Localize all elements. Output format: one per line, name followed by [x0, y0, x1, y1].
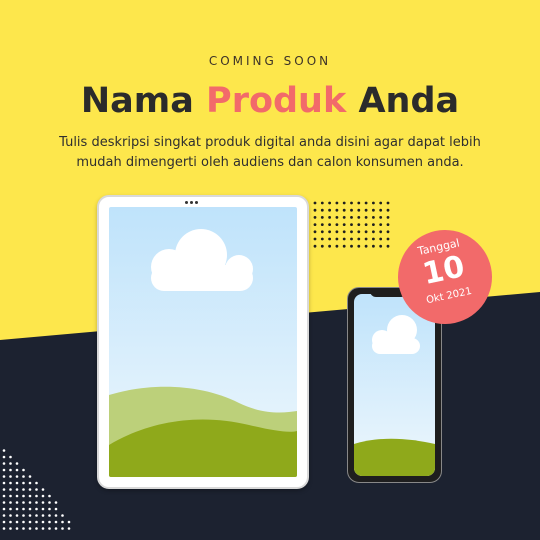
tablet-camera-dot [190, 201, 193, 204]
coming-soon-label: COMING SOON [208, 54, 332, 68]
tablet-mockup [97, 195, 309, 489]
tablet-camera-dot [195, 201, 198, 204]
tablet-screen [109, 207, 297, 477]
dot-grid-top-icon [313, 201, 390, 248]
phone-screen [354, 294, 435, 476]
promo-poster: COMING SOON Nama Produk Anda Tulis deskr… [0, 0, 540, 540]
title-part-1: Nama [80, 81, 207, 121]
landscape-illustration-small [354, 294, 435, 476]
landscape-illustration [109, 207, 297, 477]
product-description: Tulis deskripsi singkat produk digital a… [59, 135, 481, 170]
title-part-2: Anda [346, 81, 460, 121]
title-accent: Produk [206, 81, 347, 121]
tablet-camera-dot [185, 201, 188, 204]
product-title: Nama Produk Anda [0, 79, 540, 123]
hill-front [354, 438, 435, 476]
